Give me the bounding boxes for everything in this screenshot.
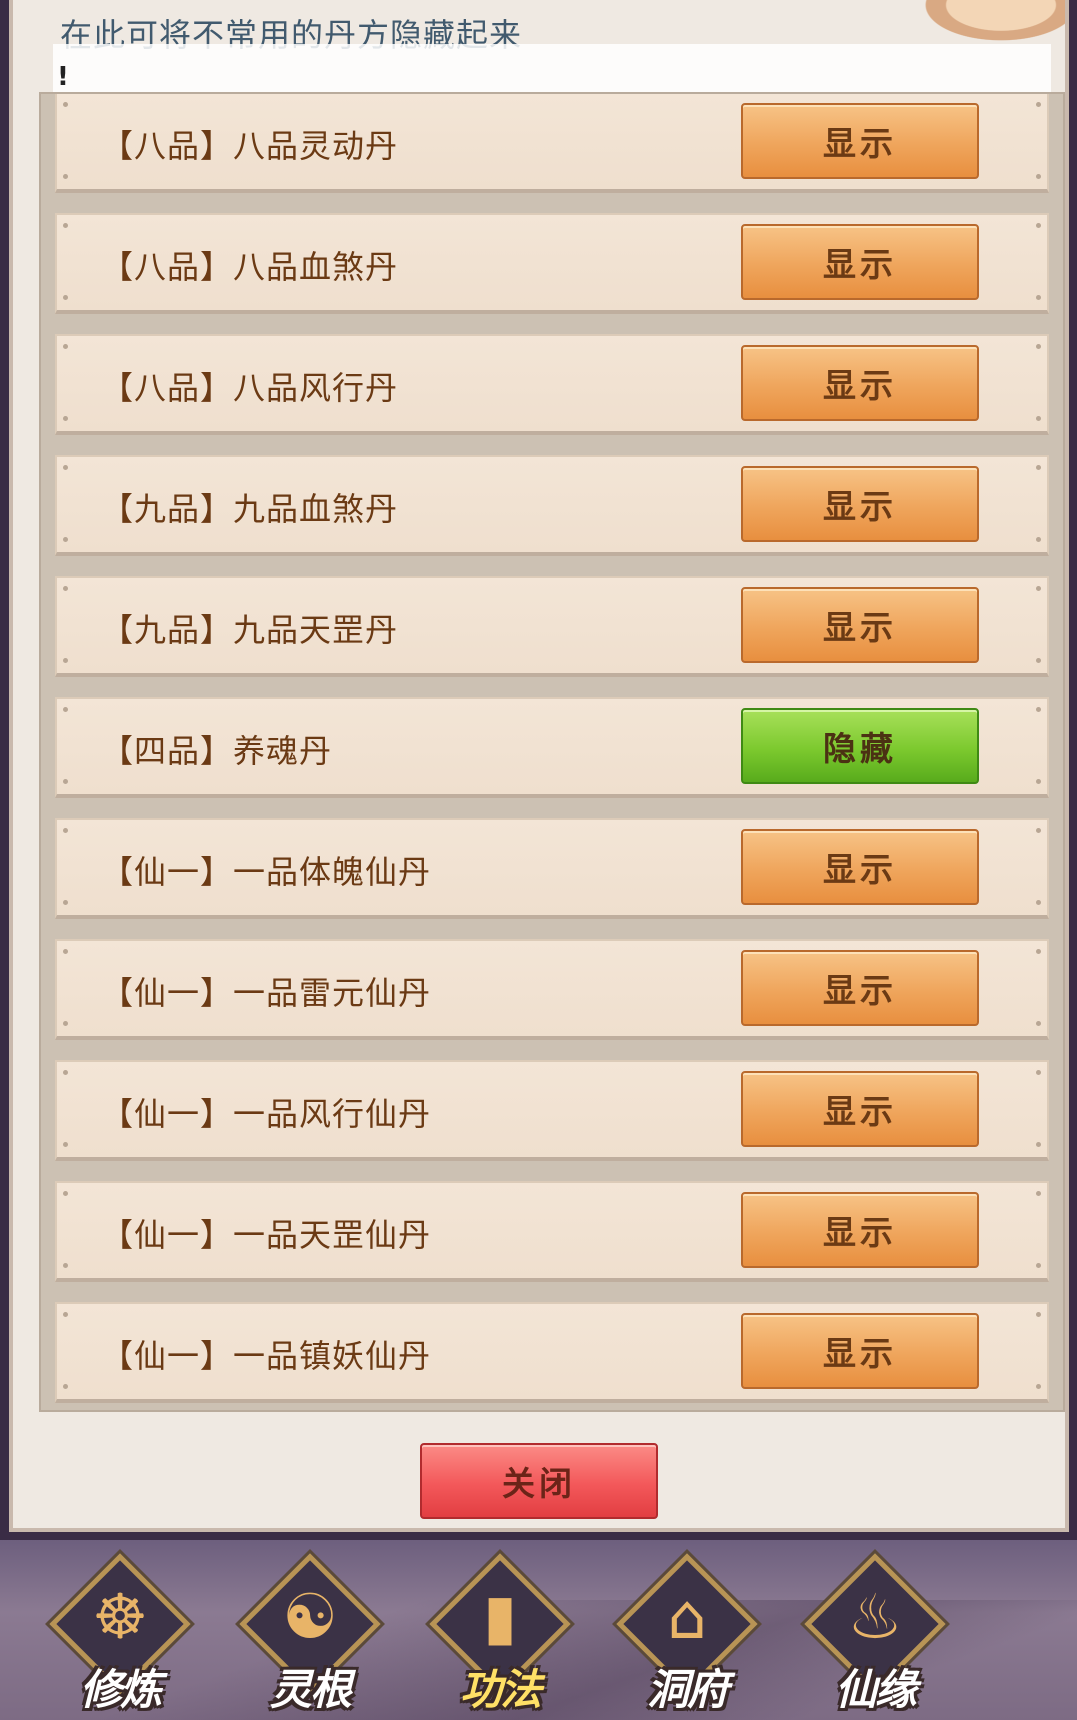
recipe-label: 【仙一】一品雷元仙丹 xyxy=(101,974,432,1012)
recipe-list[interactable]: 【八品】八品灵动丹 显示 【八品】八品血煞丹 显示 【八品】八品风行丹 显示 【九品】九品血… xyxy=(39,92,1065,1412)
nav-label: 灵根 xyxy=(269,1665,352,1714)
gourd-icon: ♨ xyxy=(847,1579,903,1653)
rivet xyxy=(1036,465,1041,470)
rivet xyxy=(1036,707,1041,712)
rivet xyxy=(63,174,68,179)
recipe-row: 【八品】八品风行丹 显示 xyxy=(55,334,1049,435)
recipe-row: 【九品】九品血煞丹 显示 xyxy=(55,455,1049,556)
nav-item-3[interactable]: ▮ 功法 xyxy=(425,1553,575,1714)
nav-label: 洞府 xyxy=(646,1665,729,1714)
recipe-row: 【仙一】一品天罡仙丹 显示 xyxy=(55,1181,1049,1282)
recipe-row: 【四品】养魂丹 隐藏 xyxy=(55,697,1049,798)
sword-yin-yang-icon: ☯ xyxy=(282,1579,338,1653)
show-button[interactable]: 显示 xyxy=(741,829,979,905)
hide-button[interactable]: 隐藏 xyxy=(741,708,979,784)
rivet xyxy=(1036,344,1041,349)
recipe-row: 【仙一】一品风行仙丹 显示 xyxy=(55,1060,1049,1161)
show-button[interactable]: 显示 xyxy=(741,587,979,663)
rivet xyxy=(63,900,68,905)
recipe-label: 【仙一】一品镇妖仙丹 xyxy=(101,1337,432,1375)
show-button[interactable]: 显示 xyxy=(741,950,979,1026)
nav-item-2[interactable]: ☯ 灵根 xyxy=(235,1553,385,1714)
rivet xyxy=(63,779,68,784)
recipe-row: 【八品】八品血煞丹 显示 xyxy=(55,213,1049,314)
cloud-decoration xyxy=(905,0,1065,50)
pavilion-icon: ⌂ xyxy=(667,1579,707,1653)
rivet xyxy=(1036,102,1041,107)
recipe-label: 【仙一】一品体魄仙丹 xyxy=(101,853,432,891)
show-button[interactable]: 显示 xyxy=(741,224,979,300)
rivet xyxy=(63,295,68,300)
rivet xyxy=(1036,828,1041,833)
rivet xyxy=(63,1263,68,1268)
rivet xyxy=(63,537,68,542)
notice-text: ! xyxy=(57,62,69,92)
show-button[interactable]: 显示 xyxy=(741,1313,979,1389)
rivet xyxy=(63,1142,68,1147)
recipe-label: 【仙一】一品天罡仙丹 xyxy=(101,1216,432,1254)
show-button[interactable]: 显示 xyxy=(741,345,979,421)
recipe-label: 【八品】八品灵动丹 xyxy=(101,127,399,165)
recipe-label: 【八品】八品风行丹 xyxy=(101,369,399,407)
recipe-label: 【四品】养魂丹 xyxy=(101,732,333,770)
nav-label: 仙缘 xyxy=(834,1665,917,1714)
nav-item-4[interactable]: ⌂ 洞府 xyxy=(612,1553,762,1714)
nav-label: 修炼 xyxy=(79,1665,162,1714)
recipe-label: 【九品】九品天罡丹 xyxy=(101,611,399,649)
rivet xyxy=(1036,1312,1041,1317)
rivet xyxy=(1036,949,1041,954)
book-icon: ▮ xyxy=(482,1579,518,1653)
recipe-label: 【仙一】一品风行仙丹 xyxy=(101,1095,432,1133)
nav-label: 功法 xyxy=(459,1665,542,1714)
notice-bar: ! xyxy=(53,44,1051,92)
recipe-row: 【仙一】一品雷元仙丹 显示 xyxy=(55,939,1049,1040)
rivet xyxy=(63,1384,68,1389)
rivet xyxy=(63,658,68,663)
recipe-label: 【八品】八品血煞丹 xyxy=(101,248,399,286)
rivet xyxy=(63,416,68,421)
bottom-nav: ☸ 修炼 ☯ 灵根 ▮ 功法 ⌂ 洞府 ♨ 仙缘 xyxy=(0,1540,1077,1720)
recipe-row: 【八品】八品灵动丹 显示 xyxy=(55,94,1049,193)
rivet xyxy=(1036,223,1041,228)
rivet xyxy=(1036,1191,1041,1196)
monk-icon: ☸ xyxy=(92,1579,148,1653)
show-button[interactable]: 显示 xyxy=(741,1071,979,1147)
recipe-hide-dialog: 在此可将不常用的丹方隐藏起来 【八品】八品灵动丹 显示 【八品】八品血煞丹 显示 【八品… xyxy=(9,0,1069,1532)
recipe-row: 【九品】九品天罡丹 显示 xyxy=(55,576,1049,677)
recipe-label: 【九品】九品血煞丹 xyxy=(101,490,399,528)
show-button[interactable]: 显示 xyxy=(741,466,979,542)
nav-item-5[interactable]: ♨ 仙缘 xyxy=(800,1553,950,1714)
show-button[interactable]: 显示 xyxy=(741,103,979,179)
rivet xyxy=(63,1021,68,1026)
show-button[interactable]: 显示 xyxy=(741,1192,979,1268)
rivet xyxy=(1036,1070,1041,1075)
recipe-row: 【仙一】一品镇妖仙丹 显示 xyxy=(55,1302,1049,1403)
nav-item-1[interactable]: ☸ 修炼 xyxy=(45,1553,195,1714)
close-button[interactable]: 关闭 xyxy=(420,1443,658,1519)
rivet xyxy=(1036,586,1041,591)
recipe-row: 【仙一】一品体魄仙丹 显示 xyxy=(55,818,1049,919)
